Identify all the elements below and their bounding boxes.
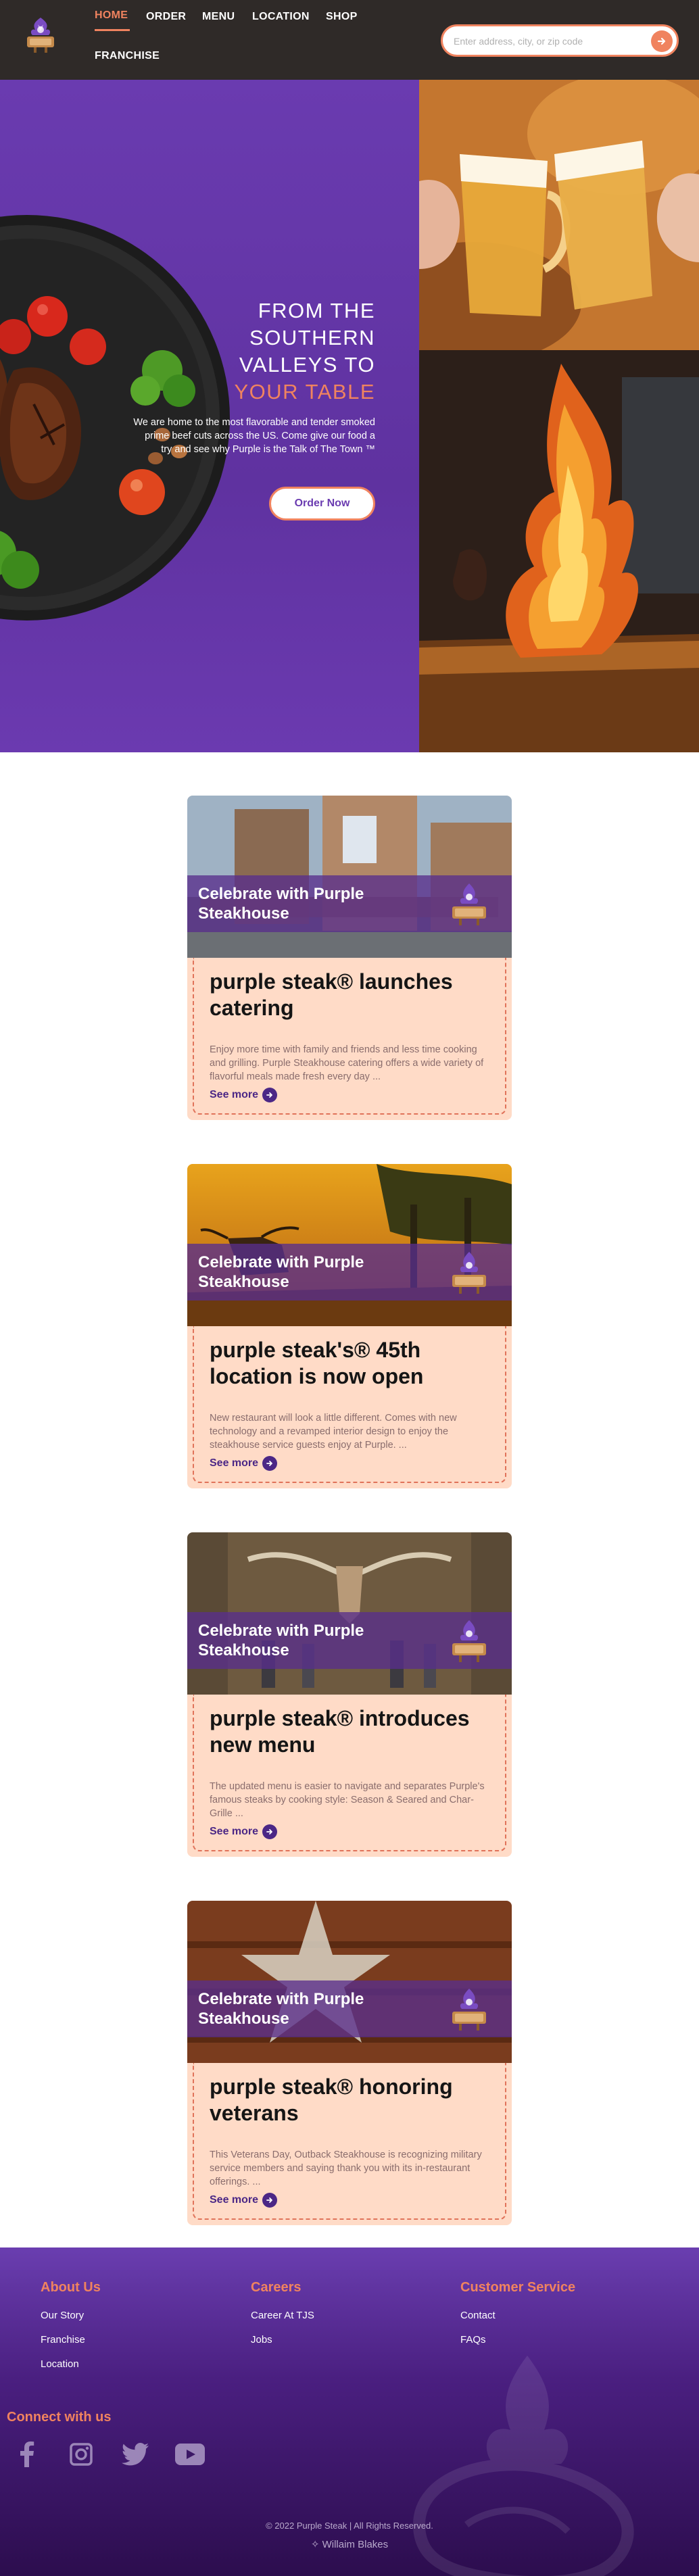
- news-card-image: Celebrate with Purple Steakhouse: [187, 1164, 512, 1326]
- youtube-icon[interactable]: [174, 2441, 206, 2468]
- connect-heading: Connect with us: [7, 2410, 112, 2425]
- hero-title-accent: YOUR TABLE: [234, 380, 375, 404]
- news-card-excerpt: New restaurant will look a little differ…: [210, 1413, 457, 1451]
- see-more-label: See more: [210, 2194, 259, 2206]
- news-card-banner-title: Celebrate with Purple Steakhouse: [198, 885, 364, 923]
- hero-title-line: SOUTHERN: [249, 326, 375, 349]
- nav-home[interactable]: HOME: [95, 9, 128, 22]
- news-card-title: purple steak® introduces new menu: [210, 1706, 470, 1757]
- news-card-excerpt: Enjoy more time with family and friends …: [210, 1044, 484, 1082]
- footer-link-faqs[interactable]: FAQs: [460, 2334, 486, 2346]
- news-card[interactable]: Celebrate with Purple Steakhouse purple …: [187, 1164, 512, 1488]
- news-card-title: purple steak® launches catering: [210, 969, 453, 1020]
- purple-steak-badge-icon: [447, 1249, 491, 1296]
- footer-link-franchise[interactable]: Franchise: [41, 2334, 85, 2346]
- news-card-banner-title: Celebrate with Purple Steakhouse: [198, 1622, 364, 1659]
- footer-about-heading: About Us: [41, 2280, 101, 2295]
- purple-steak-logo[interactable]: [20, 15, 61, 55]
- nav-franchise[interactable]: FRANCHISE: [95, 50, 160, 62]
- see-more-link[interactable]: See more: [210, 1088, 278, 1102]
- arrow-right-circle-icon: [262, 1088, 278, 1102]
- see-more-label: See more: [210, 1826, 259, 1837]
- footer-link-career-at-tjs[interactable]: Career At TJS: [251, 2310, 314, 2321]
- site-footer: About Us Our Story Franchise Location Ca…: [0, 2247, 699, 2576]
- news-card-banner: Celebrate with Purple Steakhouse: [187, 1612, 512, 1669]
- see-more-link[interactable]: See more: [210, 1456, 278, 1471]
- footer-link-jobs[interactable]: Jobs: [251, 2334, 272, 2346]
- purple-steak-badge-icon: [447, 881, 491, 928]
- nav-menu[interactable]: MENU: [202, 11, 235, 23]
- news-card-title: purple steak® honoring veterans: [210, 2074, 453, 2125]
- news-card-excerpt: The updated menu is easier to navigate a…: [210, 1781, 485, 1819]
- news-card-banner: Celebrate with Purple Steakhouse: [187, 1244, 512, 1301]
- footer-careers-heading: Careers: [251, 2280, 302, 2295]
- news-card[interactable]: Celebrate with Purple Steakhouse purple …: [187, 1532, 512, 1857]
- designer-credit-icon: ✧: [310, 2539, 320, 2550]
- news-card[interactable]: Celebrate with Purple Steakhouse purple …: [187, 796, 512, 1120]
- designer-credit-name: Willaim Blakes: [322, 2539, 389, 2550]
- location-search-input[interactable]: [454, 33, 636, 49]
- beer-toast-image: [419, 80, 699, 350]
- news-card-banner: Celebrate with Purple Steakhouse: [187, 1980, 512, 2037]
- purple-steak-badge-icon: [447, 1986, 491, 2033]
- hero-description: We are home to the most flavorable and t…: [133, 417, 375, 455]
- news-card-banner: Celebrate with Purple Steakhouse: [187, 875, 512, 932]
- designer-credit: ✧ Willaim Blakes: [0, 2538, 699, 2550]
- footer-link-our-story[interactable]: Our Story: [41, 2310, 84, 2321]
- news-card-image: Celebrate with Purple Steakhouse: [187, 1901, 512, 2063]
- site-header: HOME ORDER MENU LOCATION SHOP FRANCHISE: [0, 0, 699, 80]
- grill-flames-image: [419, 350, 699, 752]
- nav-order[interactable]: ORDER: [146, 11, 186, 23]
- see-more-link[interactable]: See more: [210, 2193, 278, 2208]
- nav-shop[interactable]: SHOP: [326, 11, 358, 23]
- order-now-button[interactable]: Order Now: [269, 487, 375, 520]
- instagram-icon[interactable]: [68, 2441, 95, 2468]
- facebook-icon[interactable]: [14, 2441, 41, 2468]
- nav-active-indicator: [95, 29, 130, 31]
- arrow-right-circle-icon: [262, 2193, 278, 2208]
- arrow-right-icon: [657, 37, 666, 45]
- copyright-text: © 2022 Purple Steak | All Rights Reserve…: [266, 2521, 433, 2531]
- search-submit-button[interactable]: [651, 30, 673, 52]
- twitter-icon[interactable]: [120, 2441, 150, 2468]
- arrow-right-circle-icon: [262, 1456, 278, 1471]
- news-card-body: purple steak® honoring veterans This Vet…: [193, 2063, 506, 2220]
- news-card-image: Celebrate with Purple Steakhouse: [187, 1532, 512, 1695]
- see-more-label: See more: [210, 1457, 259, 1469]
- footer-link-contact[interactable]: Contact: [460, 2310, 496, 2321]
- news-card-title: purple steak's® 45th location is now ope…: [210, 1338, 424, 1388]
- arrow-right-circle-icon: [262, 1824, 278, 1839]
- news-card-image: Celebrate with Purple Steakhouse: [187, 796, 512, 958]
- location-search: [441, 24, 679, 57]
- news-card-body: purple steak® introduces new menu The up…: [193, 1695, 506, 1851]
- footer-link-location[interactable]: Location: [41, 2358, 79, 2370]
- news-card-banner-title: Celebrate with Purple Steakhouse: [198, 1990, 364, 2028]
- footer-customer-service-heading: Customer Service: [460, 2280, 576, 2295]
- steak-plate-image: [0, 201, 237, 621]
- hero-title: FROM THE SOUTHERN VALLEYS TO YOUR TABLE: [159, 297, 375, 406]
- see-more-link[interactable]: See more: [210, 1824, 278, 1839]
- news-card-body: purple steak® launches catering Enjoy mo…: [193, 958, 506, 1115]
- see-more-label: See more: [210, 1089, 259, 1100]
- news-card-banner-title: Celebrate with Purple Steakhouse: [198, 1253, 364, 1291]
- news-card[interactable]: Celebrate with Purple Steakhouse purple …: [187, 1901, 512, 2225]
- hero-title-line: FROM THE: [258, 299, 375, 322]
- purple-steak-badge-icon: [447, 1618, 491, 1665]
- nav-location[interactable]: LOCATION: [252, 11, 310, 23]
- news-card-body: purple steak's® 45th location is now ope…: [193, 1326, 506, 1483]
- hero-section: FROM THE SOUTHERN VALLEYS TO YOUR TABLE …: [0, 80, 419, 752]
- hero-title-line: VALLEYS TO: [239, 353, 375, 376]
- news-card-excerpt: This Veterans Day, Outback Steakhouse is…: [210, 2149, 482, 2187]
